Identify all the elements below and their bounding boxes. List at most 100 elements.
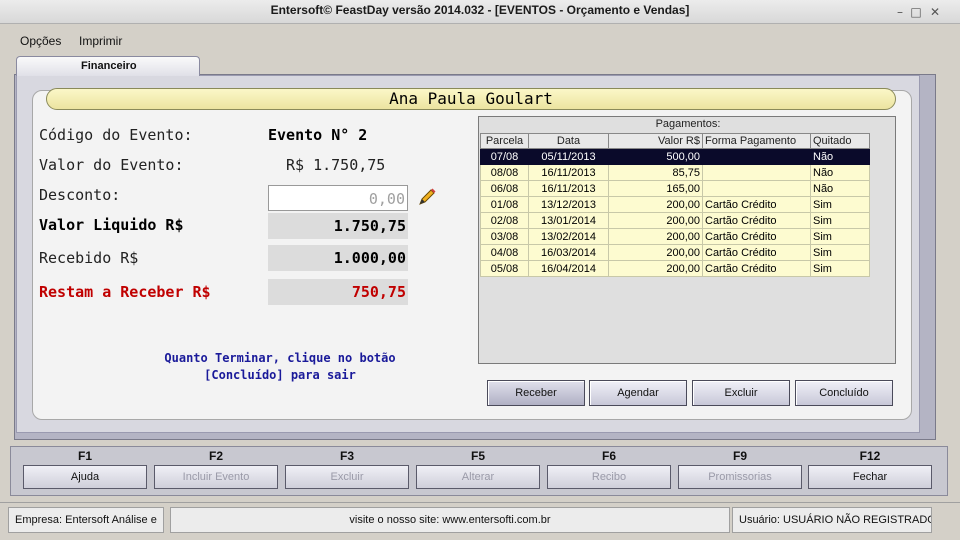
fkey-label: F1 bbox=[77, 449, 92, 463]
fkey-f1: F1 Ajuda bbox=[23, 447, 147, 489]
col-quitado[interactable]: Quitado bbox=[810, 133, 870, 149]
cell-quitado: Não bbox=[810, 164, 870, 181]
cell-forma: Cartão Crédito bbox=[702, 196, 811, 213]
cell-data: 13/12/2013 bbox=[528, 196, 609, 213]
col-valor[interactable]: Valor R$ bbox=[608, 133, 703, 149]
cell-forma: Cartão Crédito bbox=[702, 212, 811, 229]
desconto-field[interactable]: 0,00 bbox=[268, 185, 408, 211]
cell-forma: Cartão Crédito bbox=[702, 244, 811, 261]
cell-forma: Cartão Crédito bbox=[702, 260, 811, 277]
codigo-value: Evento N° 2 bbox=[268, 126, 368, 144]
cell-valor: 165,00 bbox=[608, 180, 703, 197]
liquido-label: Valor Liquido R$ bbox=[39, 216, 184, 234]
table-row[interactable]: 06/08 16/11/2013 165,00 Não bbox=[480, 180, 870, 197]
status-usuario: Usuário: USUÁRIO NÃO REGISTRADO bbox=[732, 507, 932, 533]
desconto-label: Desconto: bbox=[39, 186, 121, 204]
fkey-button-f5[interactable]: Alterar bbox=[416, 465, 540, 489]
cell-valor: 500,00 bbox=[608, 148, 703, 165]
function-key-bar: F1 Ajuda F2 Incluir Evento F3 Excluir F5 Altera… bbox=[10, 446, 948, 496]
fkey-button-f3[interactable]: Excluir bbox=[285, 465, 409, 489]
cell-data: 16/03/2014 bbox=[528, 244, 609, 261]
fkey-button-f2[interactable]: Incluir Evento bbox=[154, 465, 278, 489]
cell-valor: 200,00 bbox=[608, 212, 703, 229]
title-bar: Entersoft© FeastDay versão 2014.032 - [E… bbox=[0, 0, 960, 24]
receber-button[interactable]: Receber bbox=[487, 380, 585, 406]
fkey-button-f6[interactable]: Recibo bbox=[547, 465, 671, 489]
fkey-f3: F3 Excluir bbox=[285, 447, 409, 489]
cell-quitado: Sim bbox=[810, 228, 870, 245]
fkey-button-f12[interactable]: Fechar bbox=[808, 465, 932, 489]
cell-quitado: Sim bbox=[810, 212, 870, 229]
cell-parcela: 02/08 bbox=[480, 212, 529, 229]
hint-text: Quanto Terminar, clique no botão [Conclu… bbox=[130, 350, 430, 384]
recebido-label: Recebido R$ bbox=[39, 249, 139, 267]
tab-label: Financeiro bbox=[81, 60, 137, 72]
cell-quitado: Sim bbox=[810, 196, 870, 213]
menu-bar: Opções Imprimir bbox=[0, 31, 960, 51]
status-empresa: Empresa: Entersoft Análise e bbox=[8, 507, 164, 533]
cell-forma bbox=[702, 164, 811, 181]
restam-value: 750,75 bbox=[268, 279, 408, 305]
cell-valor: 200,00 bbox=[608, 196, 703, 213]
col-parcela[interactable]: Parcela bbox=[480, 133, 529, 149]
close-icon[interactable]: ✕ bbox=[928, 5, 942, 19]
table-row[interactable]: 01/08 13/12/2013 200,00 Cartão Crédito Sim bbox=[480, 196, 870, 213]
table-row[interactable]: 03/08 13/02/2014 200,00 Cartão Crédito Sim bbox=[480, 228, 870, 245]
table-row[interactable]: 08/08 16/11/2013 85,75 Não bbox=[480, 164, 870, 181]
cell-data: 16/11/2013 bbox=[528, 164, 609, 181]
fkey-button-f9[interactable]: Promissorias bbox=[678, 465, 802, 489]
cell-data: 16/11/2013 bbox=[528, 180, 609, 197]
cell-parcela: 04/08 bbox=[480, 244, 529, 261]
pencil-icon[interactable] bbox=[416, 186, 438, 208]
cell-forma bbox=[702, 180, 811, 197]
maximize-icon[interactable]: □ bbox=[909, 5, 923, 19]
col-forma[interactable]: Forma Pagamento bbox=[702, 133, 811, 149]
cell-forma bbox=[702, 148, 811, 165]
liquido-value: 1.750,75 bbox=[268, 213, 408, 239]
fkey-f2: F2 Incluir Evento bbox=[154, 447, 278, 489]
cell-parcela: 01/08 bbox=[480, 196, 529, 213]
col-data[interactable]: Data bbox=[528, 133, 609, 149]
fkey-label: F5 bbox=[470, 449, 485, 463]
valor-value: R$ 1.750,75 bbox=[286, 156, 386, 174]
tab-financeiro[interactable]: Financeiro bbox=[16, 56, 200, 76]
agendar-button[interactable]: Agendar bbox=[589, 380, 687, 406]
cell-quitado: Não bbox=[810, 148, 870, 165]
payments-grid[interactable]: Pagamentos: Parcela Data Valor R$ Forma … bbox=[478, 116, 896, 364]
fkey-label: F2 bbox=[208, 449, 223, 463]
hint-line-2: [Concluído] para sair bbox=[204, 368, 356, 382]
cell-parcela: 08/08 bbox=[480, 164, 529, 181]
client-name: Ana Paula Goulart bbox=[46, 88, 896, 110]
fkey-f6: F6 Recibo bbox=[547, 447, 671, 489]
payments-table: Parcela Data Valor R$ Forma Pagamento Qu… bbox=[480, 133, 870, 277]
fkey-button-f1[interactable]: Ajuda bbox=[23, 465, 147, 489]
table-row[interactable]: 07/08 05/11/2013 500,00 Não bbox=[480, 148, 870, 165]
minimize-icon[interactable]: – bbox=[893, 5, 907, 19]
recebido-value: 1.000,00 bbox=[268, 245, 408, 271]
cell-parcela: 05/08 bbox=[480, 260, 529, 277]
menu-item-imprimir[interactable]: Imprimir bbox=[79, 34, 122, 48]
cell-forma: Cartão Crédito bbox=[702, 228, 811, 245]
cell-valor: 200,00 bbox=[608, 244, 703, 261]
table-row[interactable]: 05/08 16/04/2014 200,00 Cartão Crédito Sim bbox=[480, 260, 870, 277]
cell-parcela: 03/08 bbox=[480, 228, 529, 245]
cell-parcela: 07/08 bbox=[480, 148, 529, 165]
fkey-label: F6 bbox=[601, 449, 616, 463]
codigo-label: Código do Evento: bbox=[39, 126, 193, 144]
status-bar: Empresa: Entersoft Análise e visite o no… bbox=[0, 502, 960, 540]
concluido-button[interactable]: Concluído bbox=[795, 380, 893, 406]
restam-label: Restam a Receber R$ bbox=[39, 283, 211, 301]
cell-data: 13/01/2014 bbox=[528, 212, 609, 229]
hint-line-1: Quanto Terminar, clique no botão bbox=[164, 351, 396, 365]
cell-data: 13/02/2014 bbox=[528, 228, 609, 245]
table-row[interactable]: 04/08 16/03/2014 200,00 Cartão Crédito Sim bbox=[480, 244, 870, 261]
fkey-f9: F9 Promissorias bbox=[678, 447, 802, 489]
valor-label: Valor do Evento: bbox=[39, 156, 184, 174]
cell-valor: 200,00 bbox=[608, 260, 703, 277]
cell-data: 16/04/2014 bbox=[528, 260, 609, 277]
fkey-f12: F12 Fechar bbox=[808, 447, 932, 489]
menu-item-opcoes[interactable]: Opções bbox=[20, 34, 61, 48]
table-row[interactable]: 02/08 13/01/2014 200,00 Cartão Crédito Sim bbox=[480, 212, 870, 229]
excluir-button[interactable]: Excluir bbox=[692, 380, 790, 406]
cell-quitado: Sim bbox=[810, 244, 870, 261]
